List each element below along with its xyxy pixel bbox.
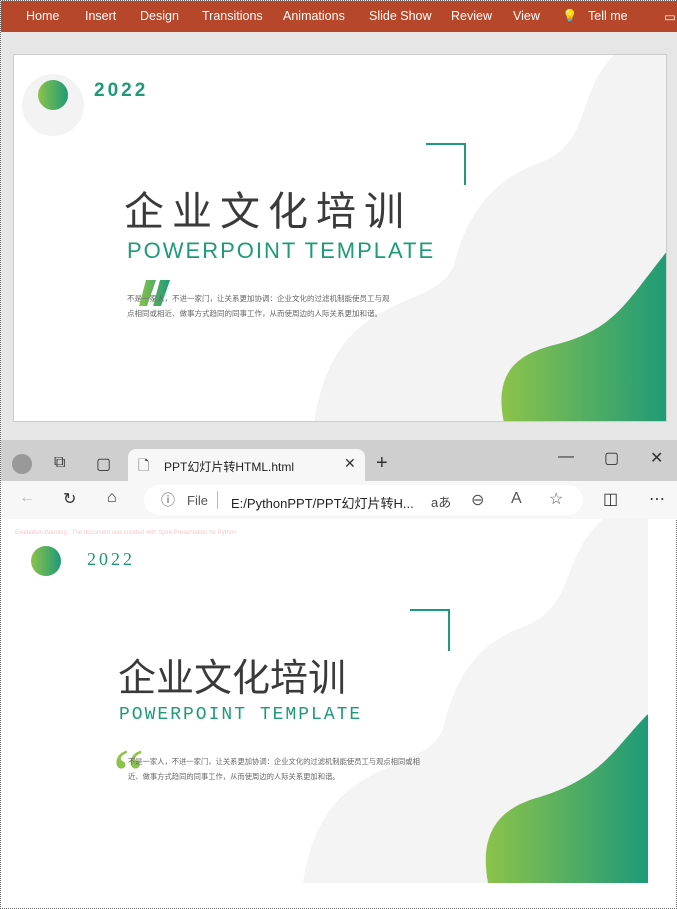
more-menu-icon[interactable]: ⋯ — [649, 489, 665, 509]
tab-home[interactable]: Home — [26, 9, 59, 23]
tab-actions-icon[interactable]: ▢ — [96, 454, 111, 474]
tab-animations[interactable]: Animations — [283, 9, 345, 23]
slide-title: 企业文化培训 — [124, 190, 412, 234]
address-input[interactable]: ⓘ File E:/PythonPPT/PPT幻灯片转H... aあ ⊖ A ☆ — [144, 485, 583, 515]
close-window-icon[interactable]: ✕ — [650, 448, 663, 468]
lightbulb-icon: 💡 — [562, 9, 578, 23]
back-icon[interactable]: ← — [19, 489, 35, 507]
tab-design[interactable]: Design — [140, 9, 179, 23]
collections-icon[interactable]: ⧉ — [54, 454, 65, 472]
green-circle — [38, 80, 68, 110]
comment-icon[interactable]: ▭ — [664, 9, 676, 24]
slide-title: 企业文化培训 — [118, 658, 347, 700]
ribbon-tabs: Home Insert Design Transitions Animation… — [1, 1, 677, 32]
corner-bracket — [410, 609, 450, 651]
tab-view[interactable]: View — [513, 9, 540, 23]
evaluation-warning: Evaluation Warning : The document was cr… — [15, 530, 237, 536]
body-line-1: 不是一家人，不进一家门，让关系更加协调：企业文化的过滤机制能使员工与观点相同或相 — [128, 757, 420, 766]
divider — [217, 491, 218, 509]
tab-title: PPT幻灯片转HTML.html — [164, 460, 295, 474]
minimize-icon[interactable]: — — [558, 448, 574, 466]
new-tab-icon[interactable]: + — [376, 452, 388, 475]
url-text: E:/PythonPPT/PPT幻灯片转H... — [231, 496, 414, 511]
close-tab-icon[interactable]: ✕ — [344, 455, 356, 472]
browser-tab[interactable]: 🗋 PPT幻灯片转HTML.html ✕ — [128, 449, 365, 482]
split-screen-icon[interactable]: ◫ — [603, 489, 618, 509]
green-circle — [31, 546, 61, 576]
year-label: 2022 — [87, 549, 135, 569]
profile-avatar[interactable] — [12, 454, 32, 474]
slide-subtitle: POWERPOINT TEMPLATE — [127, 238, 436, 263]
home-icon[interactable]: ⌂ — [107, 489, 117, 507]
tab-tell-me[interactable]: Tell me — [588, 9, 628, 23]
slide-subtitle: POWERPOINT TEMPLATE — [119, 705, 363, 725]
corner-bracket — [426, 143, 466, 185]
html-slide: “ 2022 企业文化培训 POWERPOINT TEMPLATE 不是一家人，… — [13, 519, 648, 883]
body-line-2: 点相同或相近、做事方式趋同的同事工作，从而使周边的人际关系更加和谐。 — [127, 309, 382, 318]
ppt-slide[interactable]: 2022 企业文化培训 POWERPOINT TEMPLATE 不是一家人，不进… — [13, 54, 667, 422]
tab-transitions[interactable]: Transitions — [202, 9, 263, 23]
read-aloud-icon[interactable]: A — [511, 490, 522, 508]
refresh-icon[interactable]: ↻ — [63, 489, 76, 509]
read-mode-icon[interactable]: aあ — [431, 492, 451, 511]
zoom-out-icon[interactable]: ⊖ — [471, 490, 484, 510]
body-line-2: 近、做事方式趋同的同事工作，从而使周边的人际关系更加和谐。 — [128, 772, 340, 781]
file-label: File — [187, 493, 208, 508]
year-label: 2022 — [94, 80, 149, 101]
body-line-1: 不是一家人，不进一家门，让关系更加协调：企业文化的过滤机制能使员工与观 — [127, 294, 390, 303]
info-icon: ⓘ — [161, 492, 175, 508]
tab-slide-show[interactable]: Slide Show — [369, 9, 432, 23]
favorite-star-icon[interactable]: ☆ — [549, 489, 563, 509]
file-icon: 🗋 — [138, 457, 150, 473]
tab-insert[interactable]: Insert — [85, 9, 116, 23]
tab-review[interactable]: Review — [451, 9, 492, 23]
maximize-icon[interactable]: ▢ — [604, 448, 619, 468]
